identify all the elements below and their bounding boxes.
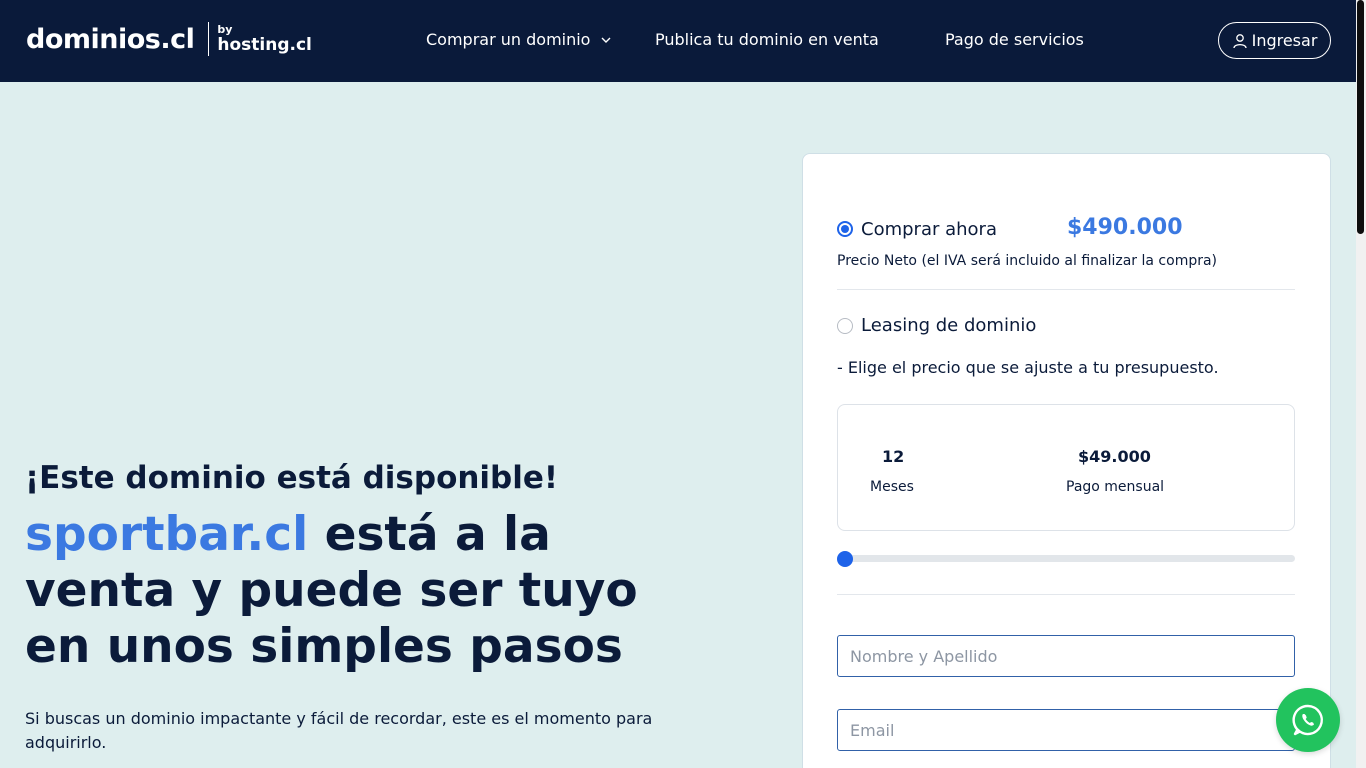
name-input[interactable]	[837, 635, 1295, 677]
purchase-card: Comprar ahora $490.000 Precio Neto (el I…	[802, 153, 1331, 768]
whatsapp-button[interactable]	[1276, 688, 1340, 752]
buy-now-label[interactable]: Comprar ahora	[861, 219, 997, 240]
nav-comprar-dominio[interactable]: Comprar un dominio	[426, 30, 612, 49]
plan-monthly-label: Pago mensual	[1066, 479, 1165, 495]
leasing-label[interactable]: Leasing de dominio	[861, 315, 1036, 336]
divider	[837, 594, 1295, 595]
site-logo[interactable]: dominios.cl by hosting.cl	[26, 22, 312, 56]
leasing-slider-track[interactable]	[837, 555, 1295, 562]
login-label: Ingresar	[1251, 31, 1318, 50]
price-note: Precio Neto (el IVA será incluido al fin…	[837, 253, 1218, 269]
logo-hosting-text: hosting.cl	[217, 35, 312, 55]
leasing-plan-box: 12 Meses $49.000 Pago mensual	[837, 404, 1295, 531]
leasing-slider-thumb[interactable]	[837, 551, 853, 567]
page-scrollbar[interactable]	[1356, 0, 1366, 768]
plan-monthly-value: $49.000	[1078, 447, 1151, 466]
top-navbar: dominios.cl by hosting.cl Comprar un dom…	[0, 0, 1356, 82]
hero-subtitle: ¡Este dominio está disponible!	[25, 460, 559, 496]
buy-now-radio[interactable]	[837, 221, 853, 237]
hero-domain-name: sportbar.cl	[25, 507, 309, 562]
buy-now-price: $490.000	[1067, 215, 1183, 240]
email-input[interactable]	[837, 709, 1295, 751]
logo-dominios: dominios.cl	[26, 23, 195, 55]
whatsapp-icon	[1292, 704, 1323, 736]
login-button[interactable]: Ingresar	[1218, 22, 1331, 59]
user-icon	[1232, 33, 1247, 48]
scrollbar-thumb[interactable]	[1357, 0, 1364, 234]
nav-publica-dominio[interactable]: Publica tu dominio en venta	[655, 30, 879, 49]
logo-hosting: by hosting.cl	[217, 24, 312, 54]
chevron-down-icon	[601, 37, 611, 43]
divider	[837, 289, 1295, 290]
leasing-note: - Elige el precio que se ajuste a tu pre…	[837, 358, 1219, 377]
hero-title: sportbar.cl está a la venta y puede ser …	[25, 507, 645, 675]
logo-separator	[208, 22, 210, 56]
logo-by-text: by	[217, 23, 233, 36]
nav-comprar-dominio-label: Comprar un dominio	[426, 30, 591, 49]
leasing-radio[interactable]	[837, 318, 853, 334]
nav-pago-servicios[interactable]: Pago de servicios	[945, 30, 1084, 49]
plan-months-value: 12	[882, 447, 905, 466]
plan-months-label: Meses	[870, 479, 914, 495]
hero-description: Si buscas un dominio impactante y fácil …	[25, 709, 653, 752]
